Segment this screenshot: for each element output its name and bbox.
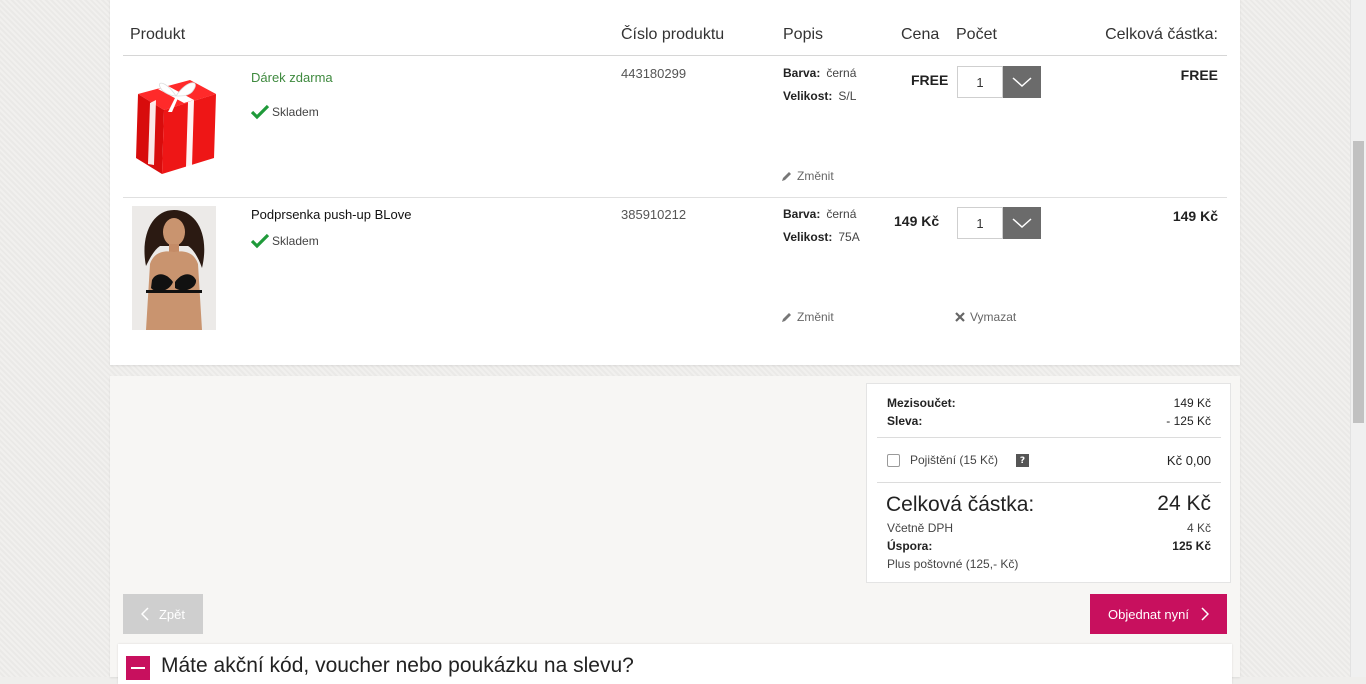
line-total: FREE xyxy=(1180,67,1218,83)
pencil-icon xyxy=(782,312,791,322)
product-name-link[interactable]: Podprsenka push-up BLove xyxy=(251,207,411,222)
subtotal-value: 149 Kč xyxy=(1173,396,1211,410)
chevron-right-icon xyxy=(1201,607,1209,621)
change-link[interactable]: Změnit xyxy=(781,310,834,324)
chevron-left-icon xyxy=(140,607,149,621)
minus-icon xyxy=(131,667,145,669)
discount-value: - 125 Kč xyxy=(1166,414,1211,428)
size-attribute: Velikost: S/L xyxy=(783,89,857,103)
change-label: Změnit xyxy=(797,169,834,183)
stock-label: Skladem xyxy=(272,234,319,248)
help-icon[interactable]: ? xyxy=(1016,454,1029,467)
order-summary-box: Mezisoučet: 149 Kč Sleva: - 125 Kč Pojiš… xyxy=(866,383,1231,583)
insurance-label[interactable]: Pojištění (15 Kč) xyxy=(910,453,998,467)
subtotal-label: Mezisoučet: xyxy=(887,396,956,410)
chevron-down-icon[interactable] xyxy=(1003,66,1041,98)
stock-status: Skladem xyxy=(251,233,319,249)
vertical-scrollbar[interactable] xyxy=(1350,0,1366,677)
discount-label: Sleva: xyxy=(887,414,923,428)
color-attribute: Barva: černá xyxy=(783,207,857,221)
header-total: Celková částka: xyxy=(1105,26,1218,43)
stock-label: Skladem xyxy=(272,105,319,119)
vat-label: Včetně DPH xyxy=(887,521,954,535)
scrollbar-thumb[interactable] xyxy=(1353,141,1364,423)
close-icon xyxy=(955,312,965,322)
color-attribute: Barva: černá xyxy=(783,66,857,80)
header-product: Produkt xyxy=(130,26,186,43)
stock-status: Skladem xyxy=(251,104,319,120)
product-name-link[interactable]: Dárek zdarma xyxy=(251,70,333,85)
header-description: Popis xyxy=(783,26,824,43)
back-button-label: Zpět xyxy=(158,606,185,622)
size-attribute: Velikost: 75A xyxy=(783,230,860,244)
cart-table: Produkt Číslo produktu Popis Cena Počet … xyxy=(110,0,1240,365)
unit-price: 149 Kč xyxy=(894,213,940,229)
unit-price: FREE xyxy=(911,72,949,88)
voucher-title[interactable]: Máte akční kód, voucher nebo poukázku na… xyxy=(161,654,634,678)
grand-total-label: Celková částka: xyxy=(886,493,1035,516)
quantity-select[interactable]: 1 xyxy=(957,207,1041,239)
order-button-label: Objednat nyní xyxy=(1108,606,1189,622)
delete-label: Vymazat xyxy=(970,310,1017,324)
bra-product-image[interactable] xyxy=(132,206,216,330)
header-divider xyxy=(123,55,1227,56)
row-divider xyxy=(123,197,1227,198)
insurance-value: Kč 0,00 xyxy=(1166,453,1211,468)
delete-link[interactable]: Vymazat xyxy=(955,310,1016,324)
voucher-section: Máte akční kód, voucher nebo poukázku na… xyxy=(118,644,1232,684)
shipping-note: Plus poštovné (125,- Kč) xyxy=(887,557,1019,571)
header-quantity: Počet xyxy=(956,26,997,43)
summary-divider xyxy=(877,437,1221,438)
order-now-button[interactable]: Objednat nyní xyxy=(1090,594,1227,634)
insurance-checkbox[interactable] xyxy=(887,454,900,467)
product-code: 443180299 xyxy=(621,66,687,81)
savings-value: 125 Kč xyxy=(1172,539,1211,553)
chevron-down-icon[interactable] xyxy=(1003,207,1041,239)
line-total: 149 Kč xyxy=(1172,208,1218,224)
quantity-value[interactable]: 1 xyxy=(957,207,1003,239)
header-price: Cena xyxy=(901,26,940,43)
product-code: 385910212 xyxy=(621,207,687,222)
check-icon xyxy=(251,104,269,120)
pencil-icon xyxy=(782,171,791,181)
grand-total-value: 24 Kč xyxy=(1157,492,1211,515)
header-code: Číslo produktu xyxy=(621,26,725,43)
back-button[interactable]: Zpět xyxy=(123,594,203,634)
change-label: Změnit xyxy=(797,310,834,324)
quantity-select[interactable]: 1 xyxy=(957,66,1041,98)
check-icon xyxy=(251,233,269,249)
vat-value: 4 Kč xyxy=(1186,521,1211,535)
summary-divider xyxy=(877,482,1221,483)
change-link[interactable]: Změnit xyxy=(781,169,834,183)
quantity-value[interactable]: 1 xyxy=(957,66,1003,98)
savings-label: Úspora: xyxy=(887,539,933,553)
collapse-toggle-button[interactable] xyxy=(126,656,150,680)
gift-box-image[interactable] xyxy=(132,66,218,176)
